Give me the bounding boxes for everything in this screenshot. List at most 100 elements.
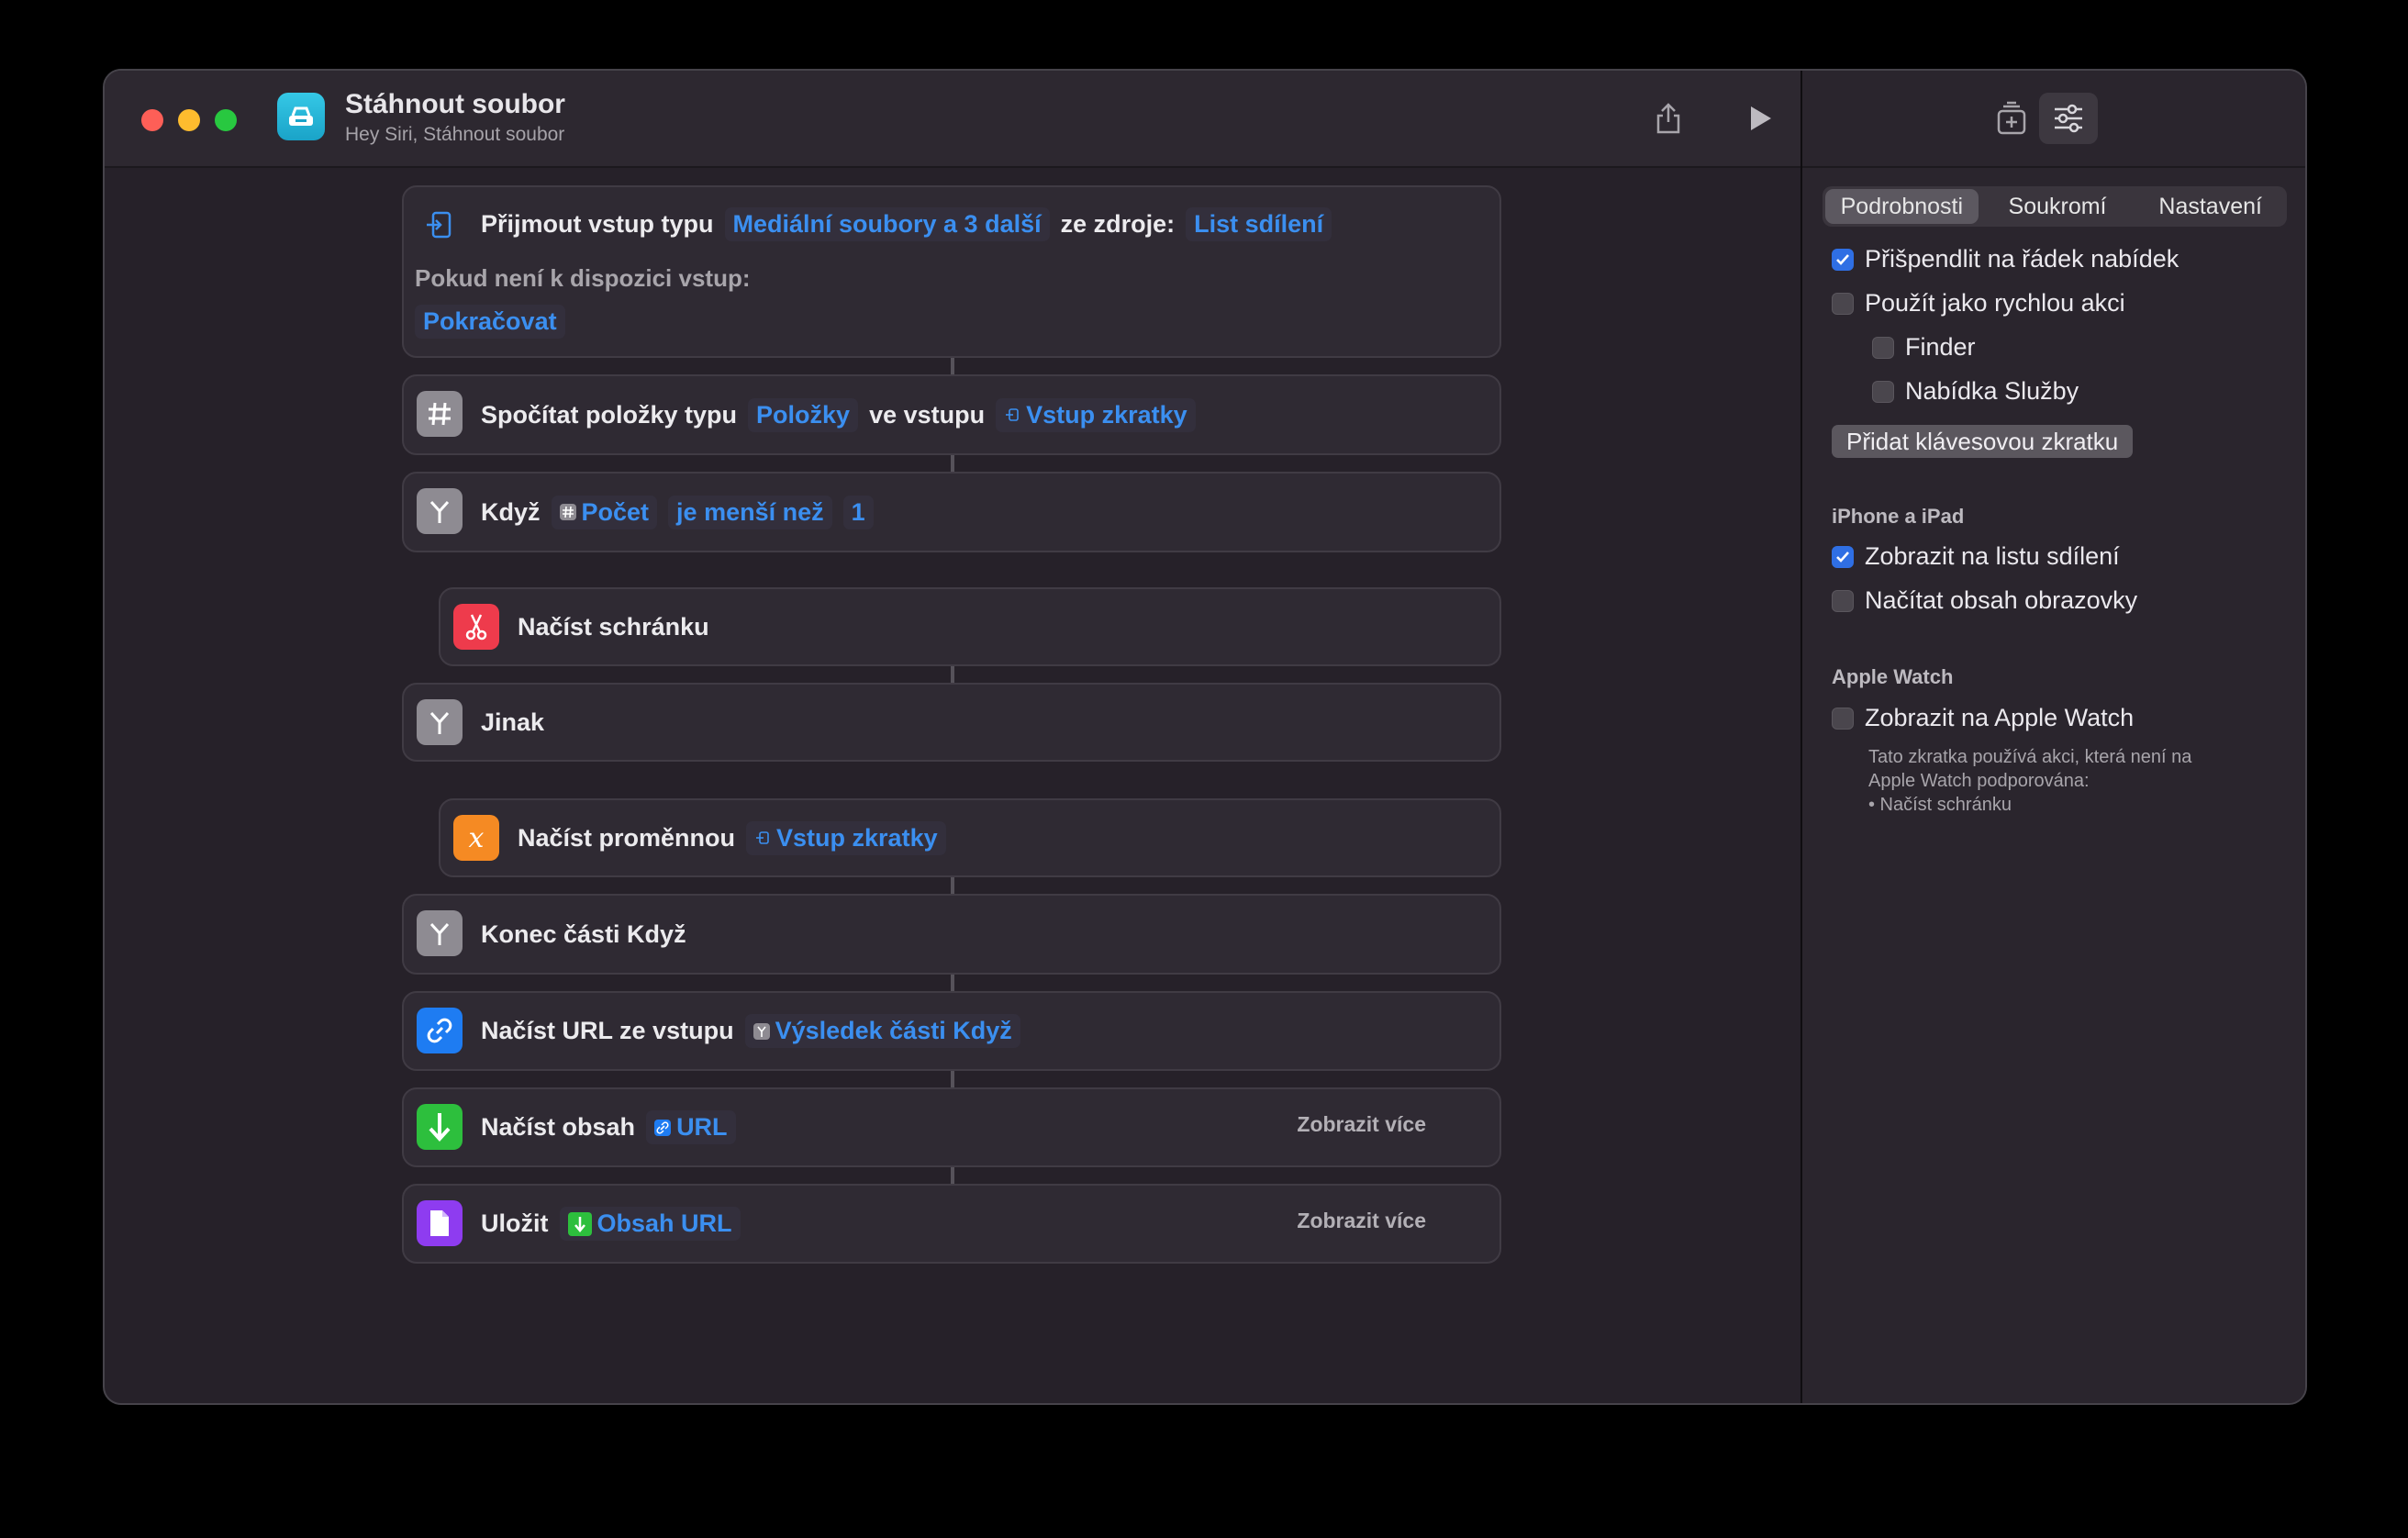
shortcut-input-token[interactable]: Vstup zkratky — [746, 820, 946, 855]
input-types-token[interactable]: Mediální soubory a 3 další — [724, 206, 1050, 241]
action-library-button[interactable] — [1982, 93, 2041, 144]
connector — [951, 1165, 954, 1186]
checkbox-unchecked[interactable] — [1832, 292, 1854, 315]
shortcut-input-token[interactable]: Vstup zkratky — [996, 397, 1196, 432]
shortcut-icon[interactable] — [277, 93, 325, 140]
condition-token[interactable]: je menší než — [668, 495, 832, 529]
count-token[interactable]: Počet — [551, 495, 658, 529]
services-menu-option[interactable]: Nabídka Služby — [1872, 377, 2079, 406]
if-result-token-label: Výsledek části Když — [775, 1017, 1012, 1044]
fallback-token[interactable]: Pokračovat — [415, 305, 565, 339]
action-label: Spočítat položky typu — [481, 400, 738, 429]
section-iphone-ipad: iPhone a iPad — [1832, 505, 1965, 528]
shortcut-input-token-label: Vstup zkratky — [776, 823, 938, 852]
action-label: Přijmout vstup typu — [481, 209, 714, 238]
close-window-button[interactable] — [141, 109, 163, 131]
pin-menu-bar-option[interactable]: Přišpendlit na řádek nabídek — [1832, 245, 2179, 273]
zoom-window-button[interactable] — [215, 109, 237, 131]
action-get-clipboard[interactable]: Načíst schránku — [439, 587, 1501, 666]
url-contents-token-label: Obsah URL — [596, 1209, 732, 1237]
note-line: Tato zkratka používá akci, která není na — [1868, 747, 2192, 767]
connector — [951, 1069, 954, 1089]
tab-setup[interactable]: Nastavení — [2134, 186, 2287, 227]
titlebar: Stáhnout soubor Hey Siri, Stáhnout soubo… — [105, 71, 1800, 168]
add-keyboard-shortcut-button[interactable]: Přidat klávesovou zkratku — [1832, 425, 2134, 458]
url-token-label: URL — [676, 1113, 728, 1141]
branch-icon — [417, 488, 463, 534]
checkbox-unchecked[interactable] — [1832, 589, 1854, 612]
details-settings-button[interactable] — [2039, 93, 2098, 144]
variable-icon: 𝑥 — [453, 815, 499, 861]
receive-screen-content-option[interactable]: Načítat obsah obrazovky — [1832, 586, 2137, 615]
input-source-token[interactable]: List sdílení — [1186, 206, 1332, 241]
condition-value-token[interactable]: 1 — [842, 495, 874, 529]
url-token[interactable]: URL — [646, 1110, 736, 1144]
finder-option[interactable]: Finder — [1872, 333, 1976, 362]
action-label: Uložit — [481, 1209, 549, 1237]
link-icon — [417, 1008, 463, 1053]
action-get-contents[interactable]: Načíst obsah URL Zobrazit více — [402, 1087, 1501, 1167]
tab-privacy[interactable]: Soukromí — [1981, 186, 2135, 227]
action-label: Načíst schránku — [518, 612, 709, 641]
note-line: Apple Watch podporována: — [1868, 771, 2090, 791]
action-count-items[interactable]: Spočítat položky typu Položky ve vstupu … — [402, 374, 1501, 455]
branch-mini-icon — [752, 1022, 770, 1040]
action-if[interactable]: Když Počet je menší než 1 — [402, 472, 1501, 552]
share-button[interactable] — [1648, 98, 1689, 139]
details-sidebar: Podrobnosti Soukromí Nastavení Přišpendl… — [1800, 71, 2305, 1403]
branch-icon — [417, 699, 463, 745]
action-save-file[interactable]: Uložit Obsah URL Zobrazit více — [402, 1184, 1501, 1264]
receive-input-icon — [417, 202, 463, 248]
if-result-token[interactable]: Výsledek části Když — [744, 1014, 1020, 1048]
url-contents-token[interactable]: Obsah URL — [559, 1207, 741, 1241]
option-label: Finder — [1905, 333, 1976, 361]
connector — [951, 453, 954, 474]
checkbox-unchecked[interactable] — [1832, 707, 1854, 730]
action-get-urls[interactable]: Načíst URL ze vstupu Výsledek části Když — [402, 991, 1501, 1071]
tab-details[interactable]: Podrobnosti — [1825, 189, 1979, 224]
action-end-if[interactable]: Konec části Když — [402, 894, 1501, 975]
action-otherwise[interactable]: Jinak — [402, 683, 1501, 762]
action-label: Konec části Když — [481, 919, 686, 948]
note-line: • Načíst schránku — [1868, 795, 2012, 815]
connector — [951, 664, 954, 685]
sidebar-tabs: Podrobnosti Soukromí Nastavení — [1823, 186, 2287, 227]
action-label: Načíst URL ze vstupu — [481, 1017, 734, 1044]
branch-icon — [417, 910, 463, 956]
sidebar-toolbar — [1802, 71, 2305, 168]
input-mini-icon — [754, 830, 771, 846]
minimize-window-button[interactable] — [178, 109, 200, 131]
show-more-button[interactable]: Zobrazit více — [1297, 1186, 1426, 1255]
show-in-share-sheet-option[interactable]: Zobrazit na listu sdílení — [1832, 542, 2120, 571]
checkbox-unchecked[interactable] — [1872, 380, 1894, 403]
hash-icon — [417, 391, 463, 437]
item-type-token[interactable]: Položky — [748, 397, 859, 432]
shortcut-subtitle: Hey Siri, Stáhnout soubor — [345, 124, 565, 145]
input-mini-icon — [1004, 407, 1020, 423]
section-apple-watch: Apple Watch — [1832, 665, 1954, 688]
sliders-icon — [2055, 104, 2082, 133]
option-label: Použít jako rychlou akci — [1865, 289, 2125, 317]
play-icon — [1751, 106, 1771, 130]
option-label: Zobrazit na Apple Watch — [1865, 704, 2135, 731]
action-receive-input[interactable]: Přijmout vstup typu Mediální soubory a 3… — [402, 185, 1501, 358]
show-more-button[interactable]: Zobrazit více — [1297, 1089, 1426, 1159]
show-on-apple-watch-option[interactable]: Zobrazit na Apple Watch — [1832, 704, 2134, 732]
run-button[interactable] — [1740, 98, 1780, 139]
download-icon — [417, 1104, 463, 1150]
action-get-variable[interactable]: 𝑥 Načíst proměnnou Vstup zkratky — [439, 798, 1501, 877]
document-icon — [417, 1200, 463, 1246]
action-label-source: ze zdroje: — [1060, 209, 1176, 238]
checkbox-checked[interactable] — [1832, 545, 1854, 568]
action-label: Jinak — [481, 708, 545, 736]
library-add-icon — [1997, 101, 2026, 135]
checkbox-unchecked[interactable] — [1872, 336, 1894, 359]
checkbox-checked[interactable] — [1832, 248, 1854, 271]
hash-mini-icon — [559, 504, 576, 520]
shortcut-title[interactable]: Stáhnout soubor — [345, 89, 565, 120]
connector — [951, 875, 954, 896]
action-label: Načíst obsah — [481, 1113, 636, 1141]
shortcut-input-token-label: Vstup zkratky — [1026, 400, 1187, 429]
action-label-in-input: ve vstupu — [869, 400, 986, 429]
quick-action-option[interactable]: Použít jako rychlou akci — [1832, 289, 2125, 318]
